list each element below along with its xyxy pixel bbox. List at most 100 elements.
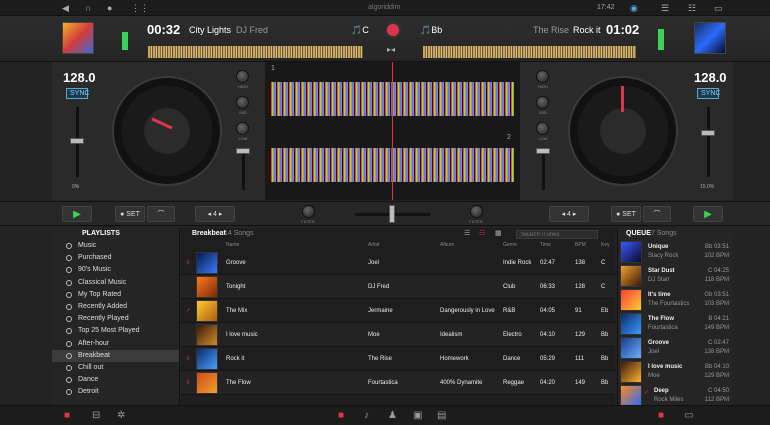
left-cue-set-button[interactable]: ● SET [115,206,145,222]
row-time: 04:20 [540,380,556,386]
headphones-icon[interactable]: ∩ [85,3,91,13]
sidebar-item-after-hour[interactable]: After-hour [52,338,179,350]
sidebar-item-recently-played[interactable]: Recently Played [52,313,179,325]
purchased-icon [66,255,72,262]
row-status-icon[interactable]: ≡ [186,251,190,275]
search-input[interactable] [516,230,598,239]
artists-icon[interactable]: ♟ [388,410,397,421]
layout-icon[interactable]: ☰ [661,3,669,13]
detail-view-icon[interactable]: ☷ [479,228,485,240]
table-row[interactable]: ≡ The Flow Fourtastica 400% Dynamite Reg… [181,371,615,395]
swap-icon[interactable]: ▸◂ [387,45,395,54]
right-overview-waveform[interactable] [423,46,636,58]
note-tab-icon[interactable]: ♪ [364,410,369,421]
sync-status-icon[interactable]: ◉ [630,3,638,13]
right-loop-button[interactable]: ⌒ [643,206,671,222]
left-platter[interactable] [112,76,222,186]
sidebar-item-classical[interactable]: Classical Music [52,277,179,289]
row-album: 400% Dynamite [440,380,483,386]
grid-icon[interactable]: ⋮⋮ [131,3,149,13]
sampler-icon[interactable]: ⊟ [92,410,100,421]
list-view-icon[interactable]: ☰ [464,228,470,240]
row-status-icon[interactable]: ≡ [186,371,190,395]
fx-icon[interactable]: ✲ [117,410,125,421]
left-play-button[interactable]: ▶ [62,206,92,222]
sidebar-item-purchased[interactable]: Purchased [52,252,179,264]
right-pitch-fader[interactable] [701,130,715,136]
left-volume-fader[interactable] [236,148,250,154]
queue-item[interactable]: The Flow Fourtastica B 04:21 149 BPM [618,312,733,336]
table-row[interactable]: ≡ Rock it The Rise Homework Dance 05:29 … [181,347,615,371]
col-album[interactable]: Album [440,240,454,251]
record-button[interactable] [385,22,401,38]
col-time[interactable]: Time [540,240,551,251]
col-artist[interactable]: Artist [368,240,379,251]
left-mid-knob[interactable] [236,96,249,109]
left-level-meter [122,20,128,50]
albums-icon[interactable]: ▣ [413,410,422,421]
table-row[interactable]: Tonight DJ Fred Club 06:33 128 C [181,275,615,299]
right-volume-fader[interactable] [536,148,550,154]
left-loop-size[interactable]: ◂ 4 ▸ [195,206,235,222]
grid-view-icon[interactable]: ▦ [495,228,502,240]
sidebar-item-dance[interactable]: Dance [52,374,179,386]
queue-bpm: 118 BPM [704,277,729,283]
row-status-icon[interactable]: ✓ [186,299,191,323]
left-loop-button[interactable]: ⌒ [147,206,175,222]
queue-tab-icon[interactable]: ■ [658,410,664,421]
left-overview-waveform[interactable] [148,46,363,58]
right-low-knob[interactable] [536,122,549,135]
col-genre[interactable]: Genre [503,240,517,251]
sidebar-item-music[interactable]: Music [52,240,179,252]
table-row[interactable]: ✓ The Mix Jermaine Dangerously in Love R… [181,299,615,323]
table-row[interactable]: ≡ Groove Joel Indie Rock 02:47 138 C [181,251,615,275]
queue-item[interactable]: Star Dust DJ Starr C 04:25 118 BPM [618,264,733,288]
table-row[interactable]: I love music Moe Idealism Electro 04:10 … [181,323,615,347]
playlist-icon [66,389,72,396]
sidebar-item-90s[interactable]: 90's Music [52,264,179,276]
right-high-knob[interactable] [536,70,549,83]
queue-item[interactable]: Unique Stacy Rock Bb 03:51 102 BPM [618,240,733,264]
microphone-icon[interactable]: ● [107,3,112,13]
row-status-icon[interactable]: ≡ [186,347,190,371]
col-key[interactable]: Key [601,240,610,251]
songs-icon[interactable]: ■ [338,410,344,421]
sidebar-item-recently-added[interactable]: Recently Added [52,301,179,313]
queue-item[interactable]: It's time The Fourtastics Gb 03:51 103 B… [618,288,733,312]
left-high-knob[interactable] [236,70,249,83]
playlists-tab-icon[interactable]: ▤ [437,410,446,421]
sidebar-item-detroit[interactable]: Detroit [52,386,179,398]
bottom-toolbar: ■ ⊟ ✲ ■ ♪ ♟ ▣ ▤ ■ ▭ [0,405,770,425]
screen-icon[interactable]: ▭ [714,3,723,13]
queue-item[interactable]: I love music Moe Bb 04:10 129 BPM [618,360,733,384]
left-filter-knob[interactable] [302,205,315,218]
sidebar-item-top-25[interactable]: Top 25 Most Played [52,325,179,337]
right-play-button[interactable]: ▶ [693,206,723,222]
queue-item[interactable]: Groove Joel C 02:47 138 BPM [618,336,733,360]
row-name: Groove [226,260,246,266]
right-mid-knob[interactable] [536,96,549,109]
settings-icon[interactable]: ☷ [688,3,696,13]
row-genre: Dance [503,356,521,362]
right-sync-button[interactable]: SYNC [697,88,720,99]
col-name[interactable]: Name [226,240,239,251]
queue-artist: The Fourtastics [648,301,690,307]
crossfader[interactable] [389,205,395,223]
sidebar-item-top-rated[interactable]: My Top Rated [52,289,179,301]
queue-count: 7 Songs [651,230,677,237]
history-icon[interactable]: ▭ [684,410,693,421]
col-bpm[interactable]: BPM [575,240,586,251]
left-pitch-value: 0% [72,184,80,190]
left-sync-button[interactable]: SYNC [66,88,89,99]
left-low-knob[interactable] [236,122,249,135]
right-filter-knob[interactable] [470,205,483,218]
waveform-display[interactable]: 1 2 [265,62,520,200]
row-bpm: 111 [575,356,585,362]
left-pitch-fader[interactable] [70,138,84,144]
right-loop-size[interactable]: ◂ 4 ▸ [549,206,589,222]
right-cue-set-button[interactable]: ● SET [611,206,641,222]
speaker-icon[interactable]: ◀︎ [62,3,69,13]
sidebar-item-breakbeat[interactable]: Breakbeat [52,349,179,362]
music-library-icon[interactable]: ■ [64,410,70,421]
sidebar-item-chill-out[interactable]: Chill out [52,362,179,374]
